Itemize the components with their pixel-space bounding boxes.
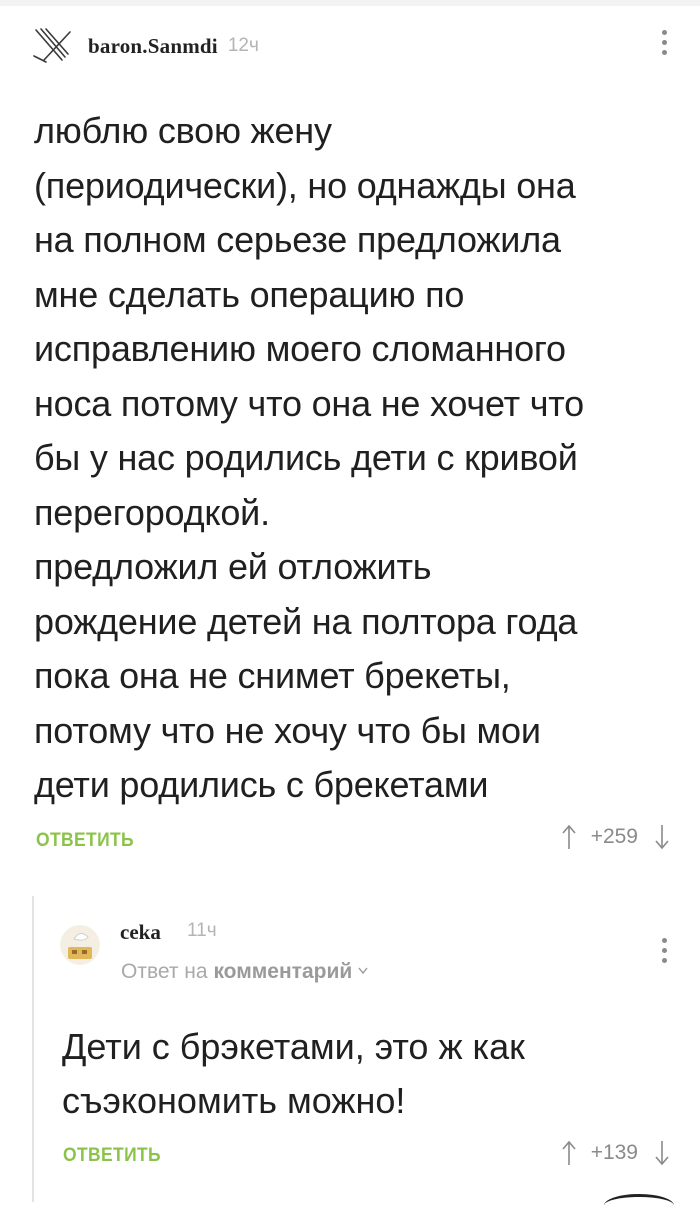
upvote-arrow-icon[interactable] (561, 824, 577, 850)
more-options-icon[interactable] (658, 30, 670, 66)
reply-username[interactable]: ceka (120, 920, 161, 945)
reply-text: Дети с брэкетами, это ж как съэкономить … (62, 1026, 525, 1121)
chevron-down-icon[interactable] (358, 967, 368, 975)
cartoon-avatar-icon[interactable] (60, 925, 100, 965)
crossed-swords-icon[interactable] (32, 26, 74, 66)
comment-header: baron.Sanmdi 12ч (32, 26, 259, 66)
next-item-edge (604, 1194, 674, 1217)
rating-score: +259 (590, 825, 638, 848)
reply-button[interactable]: ОТВЕТИТЬ (36, 830, 134, 852)
reply-to-prefix: Ответ на (121, 960, 208, 983)
comment-username[interactable]: baron.Sanmdi (88, 34, 218, 59)
upvote-arrow-icon[interactable] (561, 1140, 577, 1166)
more-options-icon[interactable] (658, 938, 670, 974)
downvote-arrow-icon[interactable] (654, 824, 670, 850)
top-edge (0, 0, 700, 6)
reply-rating: +139 (561, 1140, 670, 1166)
comment-rating: +259 (561, 824, 670, 850)
reply-to[interactable]: Ответ на комментарий (121, 960, 368, 984)
reply-button[interactable]: ОТВЕТИТЬ (63, 1145, 161, 1167)
rating-score: +139 (590, 1141, 638, 1164)
reply-to-link[interactable]: комментарий (213, 960, 352, 983)
downvote-arrow-icon[interactable] (654, 1140, 670, 1166)
comment-text: люблю свою жену (периодически), но однаж… (34, 110, 584, 805)
comment-time: 12ч (227, 35, 259, 56)
thread-line (32, 896, 34, 1202)
reply-time: 11ч (187, 920, 217, 941)
